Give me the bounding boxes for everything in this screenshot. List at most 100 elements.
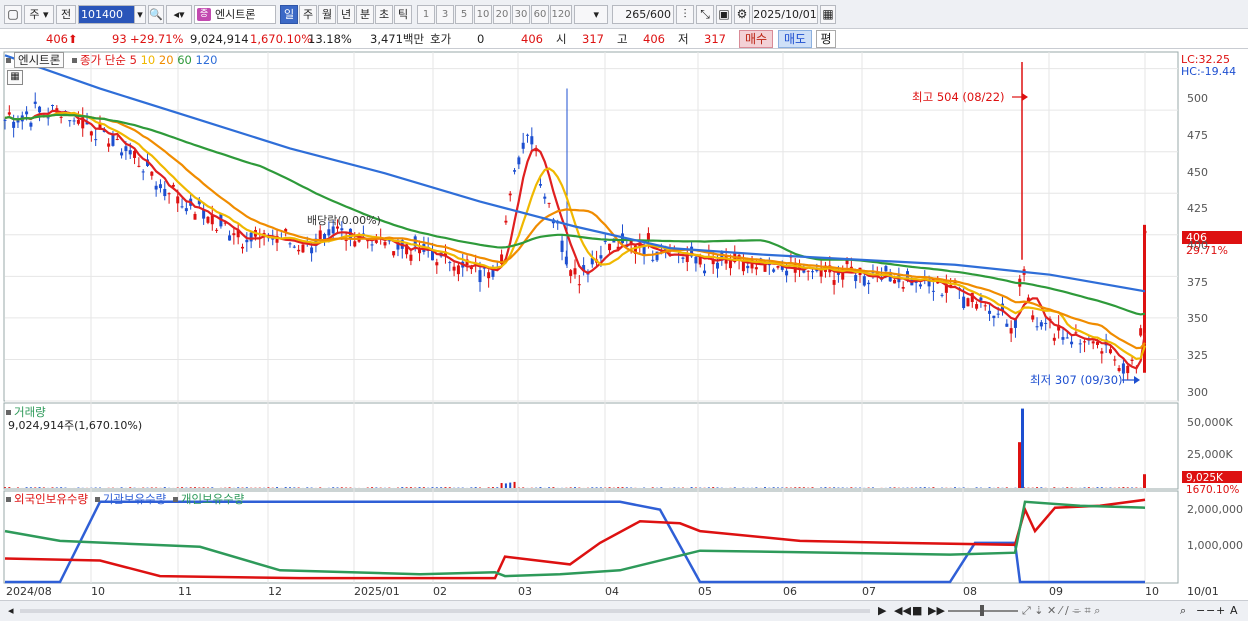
candle-body — [547, 202, 551, 204]
candle-body — [508, 193, 512, 196]
scrollbar-track[interactable] — [20, 609, 870, 613]
tab-year[interactable]: 년 — [337, 5, 355, 24]
volume-bar — [811, 487, 814, 488]
volume-bar — [202, 487, 205, 488]
interval-3[interactable]: 3 — [436, 5, 454, 24]
tab-minute[interactable]: 분 — [356, 5, 374, 24]
candle-body — [940, 294, 944, 296]
volume-bar — [932, 487, 935, 488]
candle-body — [383, 242, 387, 246]
interval-30[interactable]: 30 — [512, 5, 530, 24]
interval-120[interactable]: 120 — [550, 5, 572, 24]
play-icon[interactable]: ▶ — [878, 604, 886, 617]
date-input[interactable]: 2025/10/01 — [752, 5, 818, 24]
volume-y-tick: 50,000K — [1187, 416, 1233, 429]
candle-body — [1005, 323, 1009, 327]
candle-body — [811, 271, 814, 273]
interval-60[interactable]: 60 — [531, 5, 549, 24]
tab-month[interactable]: 월 — [318, 5, 336, 24]
sell-button[interactable]: 매도 — [778, 30, 812, 48]
candle-body — [854, 275, 858, 282]
window-icon[interactable]: ▢ — [4, 5, 22, 24]
volume-bar — [552, 487, 555, 488]
calendar-icon[interactable]: ▦ — [820, 5, 836, 24]
candle-body — [288, 243, 292, 245]
turnover-rate: 13.18% — [308, 32, 352, 46]
speaker-icon[interactable]: ◂▾ — [166, 5, 192, 24]
zoom-search-icon[interactable]: ⌕ — [1180, 604, 1186, 618]
hoga-value: 0 — [477, 32, 485, 46]
open-label: 시 — [556, 32, 567, 46]
candle-body — [694, 256, 698, 264]
candle-body — [992, 315, 996, 319]
buy-button[interactable]: 매수 — [739, 30, 773, 48]
volume-bar — [267, 487, 270, 488]
auto-scale-icon[interactable]: A — [1230, 604, 1238, 617]
volume-bar — [522, 487, 525, 488]
zoom-slider-thumb[interactable] — [980, 605, 984, 616]
tab-second[interactable]: 초 — [375, 5, 393, 24]
volume-bar — [487, 487, 490, 488]
candle-body — [478, 270, 482, 283]
candle-body — [836, 273, 840, 275]
count-input[interactable]: 265/600 — [612, 5, 674, 24]
table-icon[interactable]: ▦ — [7, 70, 23, 85]
candle-body — [716, 262, 719, 269]
x-label: 06 — [783, 585, 797, 598]
minus-icon[interactable]: − — [1206, 604, 1215, 617]
interval-1[interactable]: 1 — [417, 5, 435, 24]
y-tick: 500 — [1187, 92, 1208, 105]
candle-body — [12, 121, 16, 128]
tab-day[interactable]: 일 — [280, 5, 298, 24]
volume-bar — [617, 487, 620, 488]
square-icon — [94, 497, 100, 502]
candle-body — [599, 255, 603, 259]
foreign-holdings-label[interactable]: 외국인보유수량 — [14, 492, 88, 506]
chart-area[interactable] — [0, 49, 1248, 600]
custom-interval-select[interactable]: ▾ — [574, 5, 608, 24]
ma-title[interactable]: 종가 단순 — [80, 53, 126, 67]
volume-bar — [1053, 487, 1056, 488]
interval-10[interactable]: 10 — [474, 5, 492, 24]
prev-button[interactable]: 전 — [56, 5, 76, 24]
x-label: 02 — [433, 585, 447, 598]
y-tick: 300 — [1187, 386, 1208, 399]
chart-tools-icon[interactable]: ⤡ — [696, 5, 714, 24]
candle-body — [538, 184, 542, 186]
interval-5[interactable]: 5 — [455, 5, 473, 24]
candle-icon[interactable]: ⫶ — [676, 5, 694, 24]
volume-bar — [500, 483, 503, 488]
gear-icon[interactable]: ⚙ — [734, 5, 750, 24]
individual-holdings-label[interactable]: 개인보유수량 — [181, 492, 244, 506]
stock-code-input[interactable]: 101400 — [78, 5, 136, 24]
scroll-left-icon[interactable]: ◂ — [8, 604, 14, 617]
tab-tick[interactable]: 틱 — [394, 5, 412, 24]
search-icon[interactable]: 🔍 — [148, 5, 164, 24]
candle-body — [1061, 337, 1065, 340]
candle-body — [456, 265, 460, 275]
candle-body — [29, 122, 33, 127]
rewind-icon[interactable]: ◀◀ — [894, 604, 911, 617]
zoom-out-icon[interactable]: − — [1196, 604, 1205, 617]
zoom-in-icon[interactable]: + — [1216, 604, 1225, 617]
volume-bar — [129, 487, 132, 488]
price-legend: 엔시트론 종가 단순 5 10 20 60 120 — [6, 52, 217, 68]
volume-bar — [569, 487, 572, 488]
eval-button[interactable]: 평 — [816, 30, 836, 48]
stock-label[interactable]: 엔시트론 — [14, 52, 65, 68]
save-icon[interactable]: ▣ — [716, 5, 732, 24]
square-icon — [6, 497, 11, 502]
forward-icon[interactable]: ▶▶ — [928, 604, 945, 617]
period-type-select[interactable]: 주 ▾ — [24, 5, 54, 24]
volume-bar — [25, 487, 28, 488]
stop-icon[interactable]: ■ — [912, 604, 922, 617]
volume-bar — [418, 487, 421, 488]
tab-week[interactable]: 주 — [299, 5, 317, 24]
chevron-down-icon[interactable]: ▾ — [134, 5, 146, 24]
stock-name-field[interactable]: 증 엔시트론 — [194, 5, 276, 24]
candle-body — [1113, 359, 1117, 361]
interval-20[interactable]: 20 — [493, 5, 511, 24]
institution-holdings-label[interactable]: 기관보유수량 — [103, 492, 166, 506]
candle-body — [1070, 341, 1074, 345]
drawing-tools-icons[interactable]: ⤢ ⇣ ✕ ⁄ ∕ ⌯ ⌗ ⌕ — [1022, 604, 1100, 618]
